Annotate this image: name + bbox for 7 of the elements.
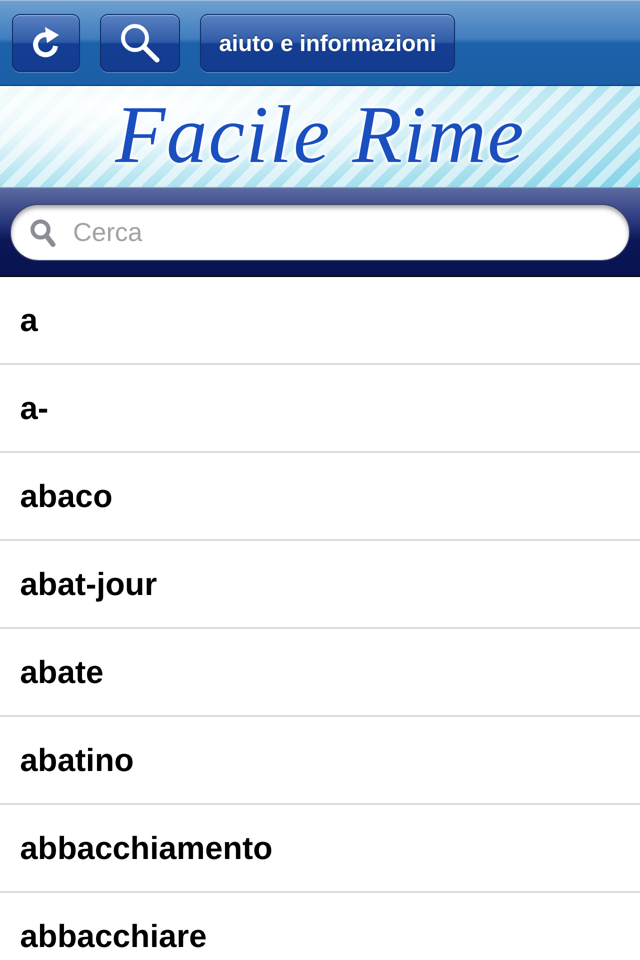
search-icon xyxy=(30,218,56,246)
search-field[interactable]: Cerca xyxy=(10,204,630,260)
search-button[interactable] xyxy=(100,14,180,72)
app-logo-title: Facile Rime xyxy=(115,94,525,176)
search-icon xyxy=(120,23,160,63)
help-info-button[interactable]: aiuto e informazioni xyxy=(200,14,456,72)
refresh-button[interactable] xyxy=(12,14,80,72)
